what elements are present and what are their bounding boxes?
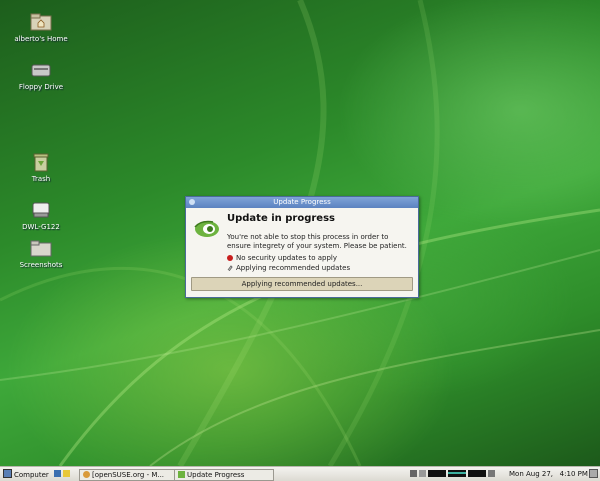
update-progress-dialog: Update Progress Update in progress You'r…	[185, 196, 419, 298]
note-icon[interactable]	[63, 470, 70, 477]
taskbar-window-label: Update Progress	[187, 471, 245, 479]
folder-icon	[30, 238, 52, 258]
desktop-icon-floppy[interactable]: Floppy Drive	[6, 60, 76, 91]
trash-icon	[30, 152, 52, 172]
disk-monitor-icon[interactable]	[468, 470, 486, 477]
taskbar: Computer [openSUSE.org - M... Update Pro…	[0, 466, 600, 481]
dialog-title: Update Progress	[273, 198, 331, 206]
network-icon[interactable]	[410, 470, 417, 477]
system-tray	[410, 469, 497, 479]
opensuse-logo-icon	[193, 217, 221, 239]
quick-launch	[54, 469, 72, 479]
launcher-icon[interactable]	[54, 470, 61, 477]
update-icon	[178, 471, 185, 478]
progress-bar: Applying recommended updates...	[191, 277, 413, 291]
cpu-monitor-icon[interactable]	[428, 470, 446, 477]
usb-drive-icon	[30, 200, 52, 220]
taskbar-window-label: [openSUSE.org - M...	[92, 471, 165, 479]
desktop-icon-screenshots[interactable]: Screenshots	[6, 238, 76, 269]
home-folder-icon	[30, 12, 52, 32]
show-desktop-button[interactable]	[589, 469, 600, 479]
window-menu-icon[interactable]	[189, 199, 195, 205]
desktop-icon-label: alberto's Home	[14, 35, 68, 43]
desktop-icon-label: DWL-G122	[22, 223, 60, 231]
dialog-message: You're not able to stop this process in …	[227, 233, 407, 250]
taskbar-window-update[interactable]: Update Progress	[174, 469, 274, 481]
computer-menu-label: Computer	[14, 471, 49, 479]
red-dot-icon	[227, 255, 233, 261]
desktop-icon-label: Floppy Drive	[18, 83, 64, 91]
paperclip-icon	[227, 265, 233, 272]
status-text: Applying recommended updates	[236, 264, 351, 272]
dialog-titlebar[interactable]: Update Progress	[186, 197, 418, 208]
clock[interactable]: Mon Aug 27, 4:10 PM	[509, 469, 588, 479]
memory-monitor-icon[interactable]	[448, 470, 466, 477]
desktop-icon-label: Screenshots	[19, 261, 63, 269]
status-text: No security updates to apply	[236, 254, 337, 262]
desktop-icon-label: Trash	[31, 175, 51, 183]
computer-icon	[3, 469, 12, 478]
dialog-heading: Update in progress	[227, 213, 335, 224]
computer-menu-button[interactable]: Computer	[3, 469, 49, 479]
desktop-icon-home[interactable]: alberto's Home	[6, 12, 76, 43]
browser-icon	[83, 471, 90, 478]
floppy-drive-icon	[30, 60, 52, 80]
status-recommended: Applying recommended updates	[227, 264, 350, 272]
desktop-icon	[589, 469, 598, 478]
progress-text: Applying recommended updates...	[241, 280, 363, 288]
desktop-icon-dwl[interactable]: DWL-G122	[6, 200, 76, 231]
clock-text: Mon Aug 27, 4:10 PM	[509, 470, 588, 478]
taskbar-window-browser[interactable]: [openSUSE.org - M...	[79, 469, 177, 481]
volume-icon[interactable]	[488, 470, 495, 477]
status-security: No security updates to apply	[227, 254, 337, 262]
desktop-icon-trash[interactable]: Trash	[6, 152, 76, 183]
signal-icon[interactable]	[419, 470, 426, 477]
